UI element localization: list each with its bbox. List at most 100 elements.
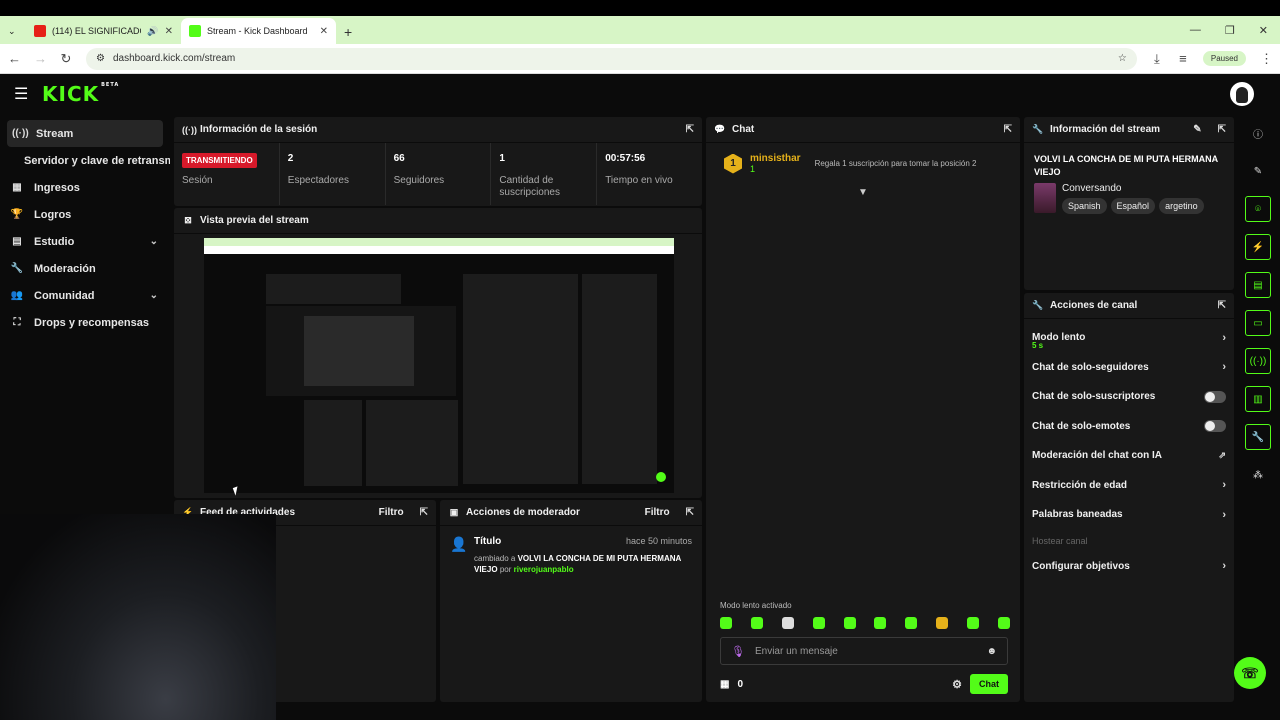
- close-tab-icon[interactable]: ✕: [165, 26, 173, 37]
- emote-icon[interactable]: [720, 617, 732, 629]
- tab-search-icon[interactable]: ⌄: [0, 18, 26, 44]
- site-info-icon[interactable]: ⚙: [96, 53, 105, 64]
- new-tab-button[interactable]: +: [336, 24, 360, 44]
- edit-pencil-icon[interactable]: ✎: [1245, 158, 1271, 184]
- emote-icon[interactable]: [781, 617, 794, 629]
- action-followers-only[interactable]: Chat de solo-seguidores ›: [1024, 353, 1234, 383]
- emotes-only-toggle[interactable]: [1204, 420, 1226, 433]
- collapse-icon[interactable]: ▼: [858, 187, 868, 198]
- bookmark-star-icon[interactable]: ☆: [1118, 53, 1127, 64]
- emote-icon[interactable]: [905, 617, 918, 629]
- sidebar-item-label: Drops y recompensas: [34, 316, 149, 329]
- wrench-widget-icon[interactable]: 🔧: [1245, 424, 1271, 450]
- stream-preview-video[interactable]: [204, 238, 674, 493]
- lightning-widget-icon[interactable]: ⚡: [1245, 234, 1271, 260]
- emote-icon[interactable]: [843, 617, 856, 629]
- forward-icon[interactable]: →: [34, 51, 47, 66]
- popout-icon[interactable]: ⇱: [420, 507, 428, 518]
- tag-chip[interactable]: Español: [1110, 198, 1156, 214]
- chevron-right-icon: ›: [1222, 479, 1226, 492]
- download-icon[interactable]: ⤓: [1151, 51, 1163, 67]
- chat-settings-icon[interactable]: ⚙: [952, 678, 962, 691]
- camera-widget-icon[interactable]: ⌾: [1245, 196, 1271, 222]
- sidebar-item-stream[interactable]: ((·)) Stream: [7, 120, 163, 147]
- emote-icon[interactable]: [812, 617, 825, 629]
- action-label: Chat de solo-seguidores: [1032, 361, 1149, 373]
- send-chat-button[interactable]: Chat: [970, 674, 1008, 694]
- user-avatar[interactable]: [1230, 82, 1254, 106]
- chat-widget-icon[interactable]: ▭: [1245, 310, 1271, 336]
- filter-button[interactable]: Filtro: [645, 507, 670, 518]
- kick-logo[interactable]: KICK BETA: [42, 82, 119, 106]
- browser-menu-icon[interactable]: ⋮: [1260, 51, 1273, 67]
- chat-message-input[interactable]: 🎙 Enviar un mensaje ☻: [720, 637, 1008, 665]
- popout-icon[interactable]: ⇱: [686, 124, 694, 135]
- url-text: dashboard.kick.com/stream: [112, 53, 236, 64]
- broadcast-icon: ((·)): [12, 128, 29, 139]
- tag-list: Spanish Español argetino: [1062, 198, 1204, 214]
- sidebar-item-comunidad[interactable]: 👥 Comunidad ⌄: [0, 282, 170, 309]
- entry-prefix: cambiado a: [474, 554, 516, 563]
- popout-icon[interactable]: ⇱: [1218, 300, 1226, 311]
- support-chat-button[interactable]: ☏: [1234, 657, 1266, 689]
- edit-pencil-icon[interactable]: ✎: [1193, 124, 1201, 135]
- webcam-overlay: [0, 514, 276, 720]
- back-icon[interactable]: ←: [8, 51, 21, 66]
- emote-icon[interactable]: [997, 617, 1010, 629]
- emote-icon[interactable]: [750, 617, 763, 629]
- sidebar-item-drops[interactable]: ⛶ Drops y recompensas: [0, 309, 170, 336]
- minimize-icon[interactable]: —: [1190, 24, 1201, 36]
- tag-chip[interactable]: argetino: [1159, 198, 1204, 214]
- action-ai-moderation[interactable]: Moderación del chat con IA ⇗: [1024, 441, 1234, 471]
- studio-icon: ▤: [12, 236, 22, 247]
- connections-icon[interactable]: ⁂: [1245, 462, 1271, 488]
- subscribers-only-toggle[interactable]: [1204, 390, 1226, 403]
- close-tab-icon[interactable]: ✕: [320, 26, 328, 37]
- action-age-restriction[interactable]: Restricción de edad ›: [1024, 471, 1234, 501]
- browser-tab-youtube[interactable]: (114) EL SIGNIFICADO DETR 🔊 ✕: [26, 18, 181, 44]
- entry-user[interactable]: riverojuanpablo: [514, 565, 574, 574]
- stat-subscriptions: 1 Cantidad de suscripciones: [491, 143, 598, 205]
- emote-icon[interactable]: [967, 617, 979, 629]
- sidebar-item-logros[interactable]: 🏆 Logros: [0, 201, 170, 228]
- clipboard-widget-icon[interactable]: ▤: [1245, 272, 1271, 298]
- sidebar-item-moderacion[interactable]: 🔧 Moderación: [0, 255, 170, 282]
- top-gifter-name[interactable]: minsisthar: [750, 153, 801, 164]
- profile-status-button[interactable]: Paused: [1202, 51, 1246, 66]
- action-configure-goals[interactable]: Configurar objetivos ›: [1024, 552, 1234, 582]
- menu-hamburger-icon[interactable]: ☰: [14, 84, 40, 104]
- popout-icon[interactable]: ⇱: [1218, 124, 1226, 135]
- action-slow-mode[interactable]: Modo lento 5 s ›: [1024, 323, 1234, 353]
- media-queue-icon[interactable]: ≡: [1177, 51, 1189, 66]
- sidebar-item-estudio[interactable]: ▤ Estudio ⌄: [0, 228, 170, 255]
- stat-label: Sesión: [182, 175, 213, 186]
- panel-header: 🔧 Información del stream ✎ ⇱: [1024, 117, 1234, 143]
- emoji-icon[interactable]: ☻: [986, 646, 997, 657]
- broadcast-widget-icon[interactable]: ((·)): [1245, 348, 1271, 374]
- sidebar-item-ingresos[interactable]: ▦ Ingresos: [0, 174, 170, 201]
- info-icon[interactable]: ⓘ: [1245, 120, 1271, 146]
- url-field[interactable]: ⚙ dashboard.kick.com/stream ☆: [86, 47, 1137, 70]
- action-banned-words[interactable]: Palabras baneadas ›: [1024, 500, 1234, 530]
- chat-footer: ▦ 0 ⚙ Chat: [720, 673, 1008, 695]
- popout-icon[interactable]: ⇱: [686, 507, 694, 518]
- mod-action-entry: 👤 Título hace 50 minutos cambiado a VOLV…: [440, 526, 702, 585]
- emote-icon[interactable]: [874, 617, 887, 629]
- filter-button[interactable]: Filtro: [379, 507, 404, 518]
- speaker-icon: 🔊: [147, 25, 159, 36]
- tag-chip[interactable]: Spanish: [1062, 198, 1107, 214]
- popout-icon[interactable]: ⇱: [1004, 124, 1012, 135]
- action-label: Palabras baneadas: [1032, 509, 1123, 521]
- microphone-icon[interactable]: 🎙: [731, 645, 745, 658]
- sidebar-item-label: Comunidad: [34, 289, 95, 302]
- close-window-icon[interactable]: ✕: [1259, 24, 1268, 37]
- emote-icon[interactable]: [936, 617, 949, 629]
- maximize-icon[interactable]: ❐: [1225, 24, 1235, 37]
- layout-widget-icon[interactable]: ▥: [1245, 386, 1271, 412]
- reload-icon[interactable]: ↻: [60, 51, 72, 67]
- browser-tab-kick[interactable]: Stream - Kick Dashboard ✕: [181, 18, 336, 44]
- action-subscribers-only: Chat de solo-suscriptores: [1024, 382, 1234, 412]
- sidebar-item-server-key[interactable]: Servidor y clave de retransm: [0, 147, 170, 174]
- panel-title: Chat: [732, 124, 755, 135]
- gift-sub-text[interactable]: Regala 1 suscripción para tomar la posic…: [815, 159, 977, 168]
